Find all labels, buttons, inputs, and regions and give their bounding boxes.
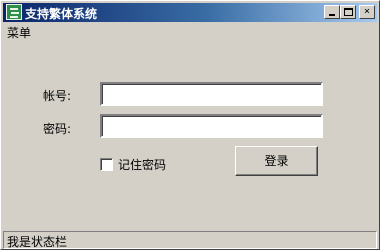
account-label: 帐号: — [43, 89, 72, 103]
account-field-frame — [100, 82, 323, 106]
maximize-button[interactable] — [340, 5, 356, 19]
main-window: 支持繁体系统 × 菜单 帐号: 密码: 记住密码 登录 我是状态栏 — [0, 0, 380, 250]
remember-password-label[interactable]: 记住密码 — [118, 156, 166, 173]
password-input[interactable] — [102, 116, 321, 136]
account-input[interactable] — [102, 84, 321, 104]
window-title: 支持繁体系统 — [25, 7, 98, 21]
menu-item-main[interactable]: 菜单 — [6, 24, 32, 41]
login-button[interactable]: 登录 — [235, 146, 318, 176]
password-label: 密码: — [43, 122, 72, 136]
title-bar[interactable]: 支持繁体系统 × — [3, 3, 377, 22]
close-button[interactable]: × — [359, 5, 375, 19]
minimize-button[interactable] — [324, 5, 340, 19]
close-icon: × — [363, 6, 371, 17]
status-text: 我是状态栏 — [7, 235, 68, 249]
maximize-icon — [344, 8, 353, 16]
status-bar: 我是状态栏 — [3, 231, 377, 249]
remember-password-checkbox[interactable] — [100, 158, 113, 171]
menu-bar: 菜单 — [4, 23, 376, 41]
minimize-icon — [329, 14, 335, 16]
password-field-frame — [100, 114, 323, 138]
app-icon — [6, 4, 22, 20]
